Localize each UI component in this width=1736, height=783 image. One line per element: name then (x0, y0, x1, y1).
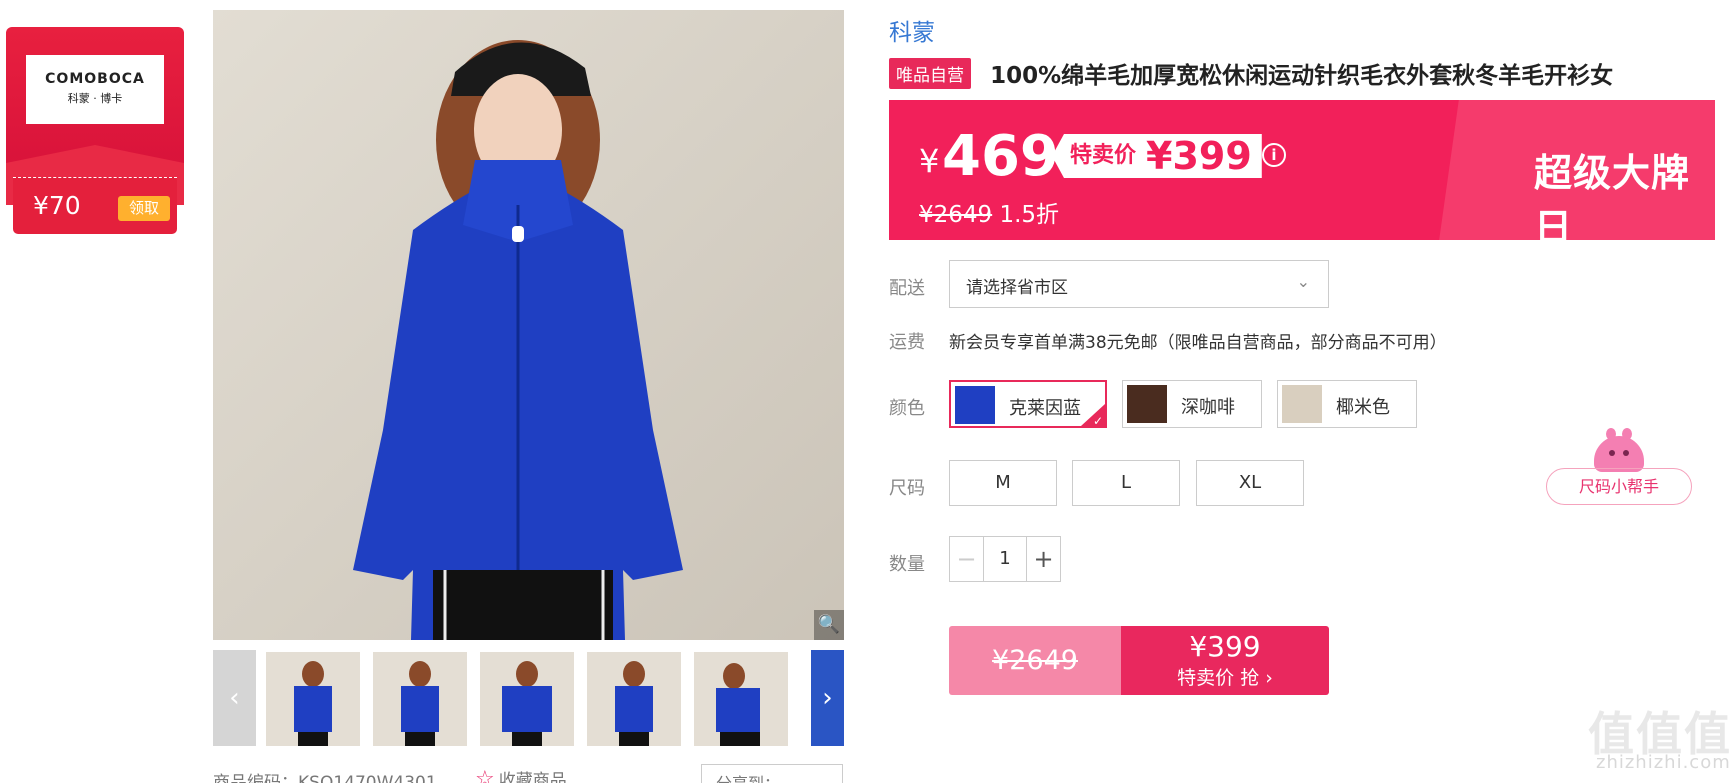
color-option-dark-coffee[interactable]: 深咖啡 (1122, 380, 1262, 428)
quantity-decrease-button[interactable]: − (950, 537, 984, 581)
mascot-ear (1606, 428, 1616, 440)
current-price: 469 (942, 124, 1059, 189)
buy-now-button[interactable]: ¥399 特卖价 抢 › (1121, 626, 1329, 695)
color-swatch (1127, 385, 1167, 423)
quantity-input[interactable]: 1 (984, 537, 1026, 581)
color-option-klein-blue[interactable]: 克莱因蓝 ✓ (949, 380, 1107, 428)
coupon-claim-button[interactable]: 领取 (118, 196, 170, 221)
thumbnail-image (694, 652, 788, 746)
thumbnail-strip: ‹ › (213, 650, 844, 746)
special-price-value: ¥399 (1146, 134, 1252, 178)
share-label: 分享到： (716, 774, 780, 783)
mascot-eye (1609, 450, 1615, 456)
currency-symbol: ¥ (919, 142, 940, 180)
thumbnail[interactable] (266, 652, 360, 746)
size-option-m[interactable]: M (949, 460, 1057, 506)
thumbnail[interactable] (373, 652, 467, 746)
thumbnail[interactable] (694, 652, 788, 746)
quantity-increase-button[interactable]: + (1026, 537, 1060, 581)
chevron-down-icon: ⌄ (1296, 272, 1310, 291)
title-row: 唯品自营 100%绵羊毛加厚宽松休闲运动针织毛衣外套秋冬羊毛开衫女 (889, 56, 1614, 89)
helper-mascot-icon (1594, 428, 1644, 472)
brand-coupon[interactable]: COMOBOCA 科蒙 · 博卡 ¥70 领取 (6, 27, 184, 234)
thumbnail-image (373, 652, 467, 746)
coupon-amount: ¥70 (33, 191, 81, 220)
color-swatch (955, 386, 995, 424)
check-icon: ✓ (1092, 414, 1103, 428)
color-label: 颜色 (889, 398, 925, 419)
price-banner: ¥ 469 特卖价 ¥399 i ¥2649 1.5折 超级大牌日 (889, 100, 1715, 240)
brand-logo-subtext: 科蒙 · 博卡 (67, 92, 123, 105)
self-operated-badge: 唯品自营 (889, 57, 971, 89)
product-title: 100%绵羊毛加厚宽松休闲运动针织毛衣外套秋冬羊毛开衫女 (990, 63, 1614, 89)
favorite-button[interactable]: ☆ 收藏商品 (475, 766, 567, 783)
color-swatch (1282, 385, 1322, 423)
buy-button[interactable]: ¥2649 ¥399 特卖价 抢 › (949, 626, 1329, 695)
promo-title: 超级大牌日 (1534, 151, 1691, 240)
zoom-icon[interactable]: 🔍 (814, 610, 844, 640)
buy-original-price: ¥2649 (949, 626, 1121, 695)
star-icon: ☆ (475, 767, 495, 783)
special-price-label: 特卖价 (1070, 143, 1137, 168)
mascot-ear (1622, 428, 1632, 440)
thumb-next-button[interactable]: › (811, 650, 844, 746)
product-photo (213, 10, 844, 640)
special-price-tag: 特卖价 ¥399 (1052, 134, 1262, 178)
delivery-label: 配送 (889, 278, 925, 299)
gallery-footer: 商品编码：KSQ1470W4301 ☆收藏商品 分享到： (213, 760, 844, 783)
shipping-info: 新会员专享首单满38元免邮（限唯品自营商品，部分商品不可用） (949, 333, 1447, 353)
thumb-prev-button[interactable]: ‹ (213, 650, 256, 746)
color-option-coconut-beige[interactable]: 椰米色 (1277, 380, 1417, 428)
quantity-stepper: − 1 + (949, 536, 1061, 582)
thumbnail-image (480, 652, 574, 746)
color-name: 深咖啡 (1181, 397, 1235, 418)
discount-rate: 1.5折 (999, 202, 1060, 228)
info-icon[interactable]: i (1262, 143, 1286, 167)
color-name: 椰米色 (1336, 397, 1390, 418)
shipping-label: 运费 (889, 332, 925, 353)
brand-logo-text: COMOBOCA (45, 71, 145, 87)
region-select-value: 请选择省市区 (966, 278, 1068, 298)
color-name: 克莱因蓝 (1009, 398, 1081, 419)
size-option-xl[interactable]: XL (1196, 460, 1304, 506)
buy-action-label: 特卖价 抢 › (1177, 667, 1273, 689)
size-label: 尺码 (889, 478, 925, 499)
thumbnail[interactable] (587, 652, 681, 746)
original-price: ¥2649 (919, 202, 993, 228)
quantity-label: 数量 (889, 554, 925, 575)
main-product-image[interactable]: 🔍 (213, 10, 844, 640)
brand-link[interactable]: 科蒙 (889, 13, 935, 47)
size-option-l[interactable]: L (1072, 460, 1180, 506)
size-helper-button[interactable]: 尺码小帮手 (1546, 468, 1692, 505)
watermark-url: zhizhizhi.com (1596, 752, 1731, 773)
brand-logo: COMOBOCA 科蒙 · 博卡 (26, 55, 164, 124)
buy-original-price-text: ¥2649 (992, 645, 1078, 676)
coupon-footer: ¥70 领取 (13, 177, 177, 234)
buy-price: ¥399 (1189, 630, 1261, 663)
sku-code: 商品编码：KSQ1470W4301 (213, 773, 437, 783)
region-select[interactable]: 请选择省市区 ⌄ (949, 260, 1329, 308)
thumbnail-image (266, 652, 360, 746)
favorite-label: 收藏商品 (498, 771, 567, 783)
thumbnail-image (587, 652, 681, 746)
mascot-eye (1623, 450, 1629, 456)
thumbnail[interactable] (480, 652, 574, 746)
share-dropdown[interactable]: 分享到： (701, 764, 843, 783)
original-price-row: ¥2649 1.5折 (919, 195, 1059, 229)
